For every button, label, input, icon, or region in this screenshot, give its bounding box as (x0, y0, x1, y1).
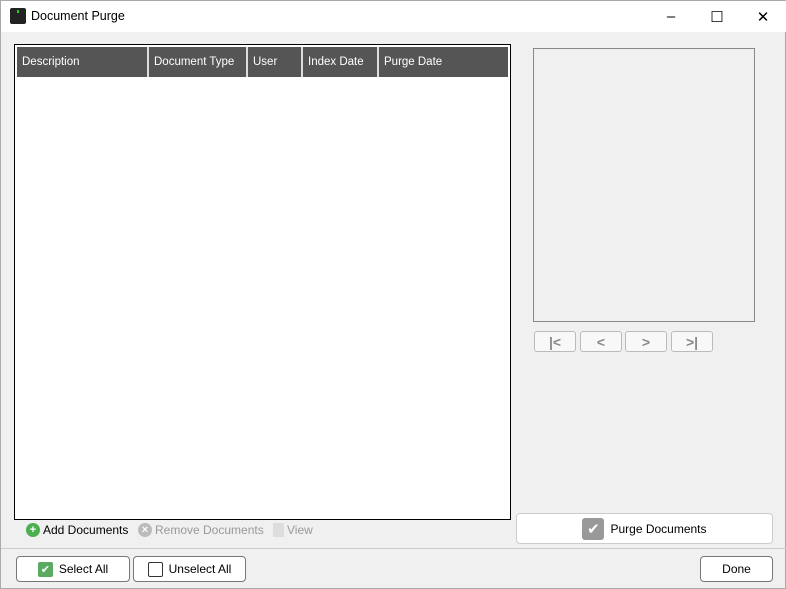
plus-circle-icon: + (26, 523, 40, 537)
document-preview (533, 48, 755, 322)
column-user[interactable]: User (248, 47, 303, 77)
unselect-all-button[interactable]: Unselect All (133, 556, 246, 582)
app-logo-icon (10, 8, 26, 24)
window-title: Document Purge (31, 9, 125, 23)
add-documents-label: Add Documents (43, 523, 129, 537)
divider (1, 548, 786, 549)
previous-page-button[interactable]: < (580, 331, 622, 352)
column-document-type[interactable]: Document Type (149, 47, 248, 77)
empty-checkbox-icon (147, 561, 163, 577)
column-purge-date[interactable]: Purge Date (379, 47, 508, 77)
add-documents-button[interactable]: + Add Documents (26, 523, 128, 537)
purge-documents-label: Purge Documents (610, 521, 707, 536)
first-page-button[interactable]: |< (534, 331, 576, 352)
minimize-button[interactable]: – (648, 1, 694, 32)
view-label: View (287, 523, 313, 537)
remove-documents-button[interactable]: × Remove Documents (138, 523, 264, 537)
next-page-button[interactable]: > (625, 331, 667, 352)
checked-box-icon: ✔ (37, 561, 53, 577)
close-button[interactable]: ✕ (740, 1, 786, 32)
column-index-date[interactable]: Index Date (303, 47, 379, 77)
select-all-label: Select All (58, 562, 109, 576)
checkmark-icon: ✔ (582, 517, 605, 540)
view-button[interactable]: View (273, 523, 313, 537)
maximize-button[interactable]: ☐ (694, 1, 740, 32)
grid-header: Description Document Type User Index Dat… (17, 47, 508, 77)
select-all-button[interactable]: ✔ Select All (16, 556, 130, 582)
documents-grid[interactable]: Description Document Type User Index Dat… (14, 44, 511, 520)
remove-documents-label: Remove Documents (155, 523, 264, 537)
column-description[interactable]: Description (17, 47, 149, 77)
done-button[interactable]: Done (700, 556, 773, 582)
purge-documents-button[interactable]: ✔ Purge Documents (516, 513, 773, 544)
remove-circle-icon: × (138, 523, 152, 537)
last-page-button[interactable]: >| (671, 331, 713, 352)
unselect-all-label: Unselect All (168, 562, 232, 576)
title-bar: Document Purge – ☐ ✕ (1, 1, 786, 32)
document-view-icon (273, 523, 284, 537)
